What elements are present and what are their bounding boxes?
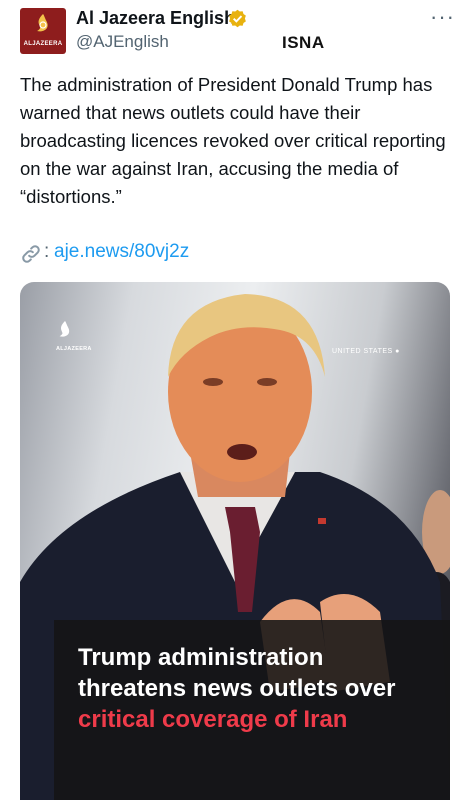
media-headline: Trump administration threatens news outl… bbox=[78, 642, 438, 735]
more-options-icon[interactable]: ··· bbox=[430, 6, 455, 28]
headline-highlight: critical coverage of Iran bbox=[78, 706, 348, 733]
location-label: UNITED STATES ● bbox=[332, 348, 400, 355]
tweet-text: The administration of President Donald T… bbox=[20, 74, 446, 207]
tweet-media-image[interactable]: ALJAZEERA UNITED STATES ● Trump administ… bbox=[20, 282, 450, 800]
account-handle[interactable]: @AJEnglish bbox=[76, 32, 169, 52]
avatar[interactable]: ALJAZEERA bbox=[20, 8, 66, 54]
aljazeera-logo-icon bbox=[37, 14, 48, 32]
headline-overlay: Trump administration threatens news outl… bbox=[54, 620, 450, 800]
media-logo: ALJAZEERA bbox=[56, 316, 100, 356]
aljazeera-logo-icon bbox=[59, 321, 70, 337]
watermark-text: ISNA bbox=[282, 33, 325, 52]
tweet-link[interactable]: aje.news/80vj2z bbox=[54, 241, 189, 263]
location-text: UNITED STATES bbox=[332, 348, 393, 355]
verified-badge-icon bbox=[229, 9, 246, 28]
link-colon: : bbox=[44, 241, 50, 262]
tweet-header: ALJAZEERA Al Jazeera English @AJEnglish … bbox=[0, 0, 470, 70]
headline-main: Trump administration threatens news outl… bbox=[78, 644, 396, 702]
avatar-label: ALJAZEERA bbox=[23, 41, 63, 47]
location-pin-icon: ● bbox=[395, 348, 400, 355]
media-logo-label: ALJAZEERA bbox=[56, 346, 92, 352]
display-name[interactable]: Al Jazeera English bbox=[76, 8, 235, 29]
link-icon bbox=[22, 245, 40, 263]
